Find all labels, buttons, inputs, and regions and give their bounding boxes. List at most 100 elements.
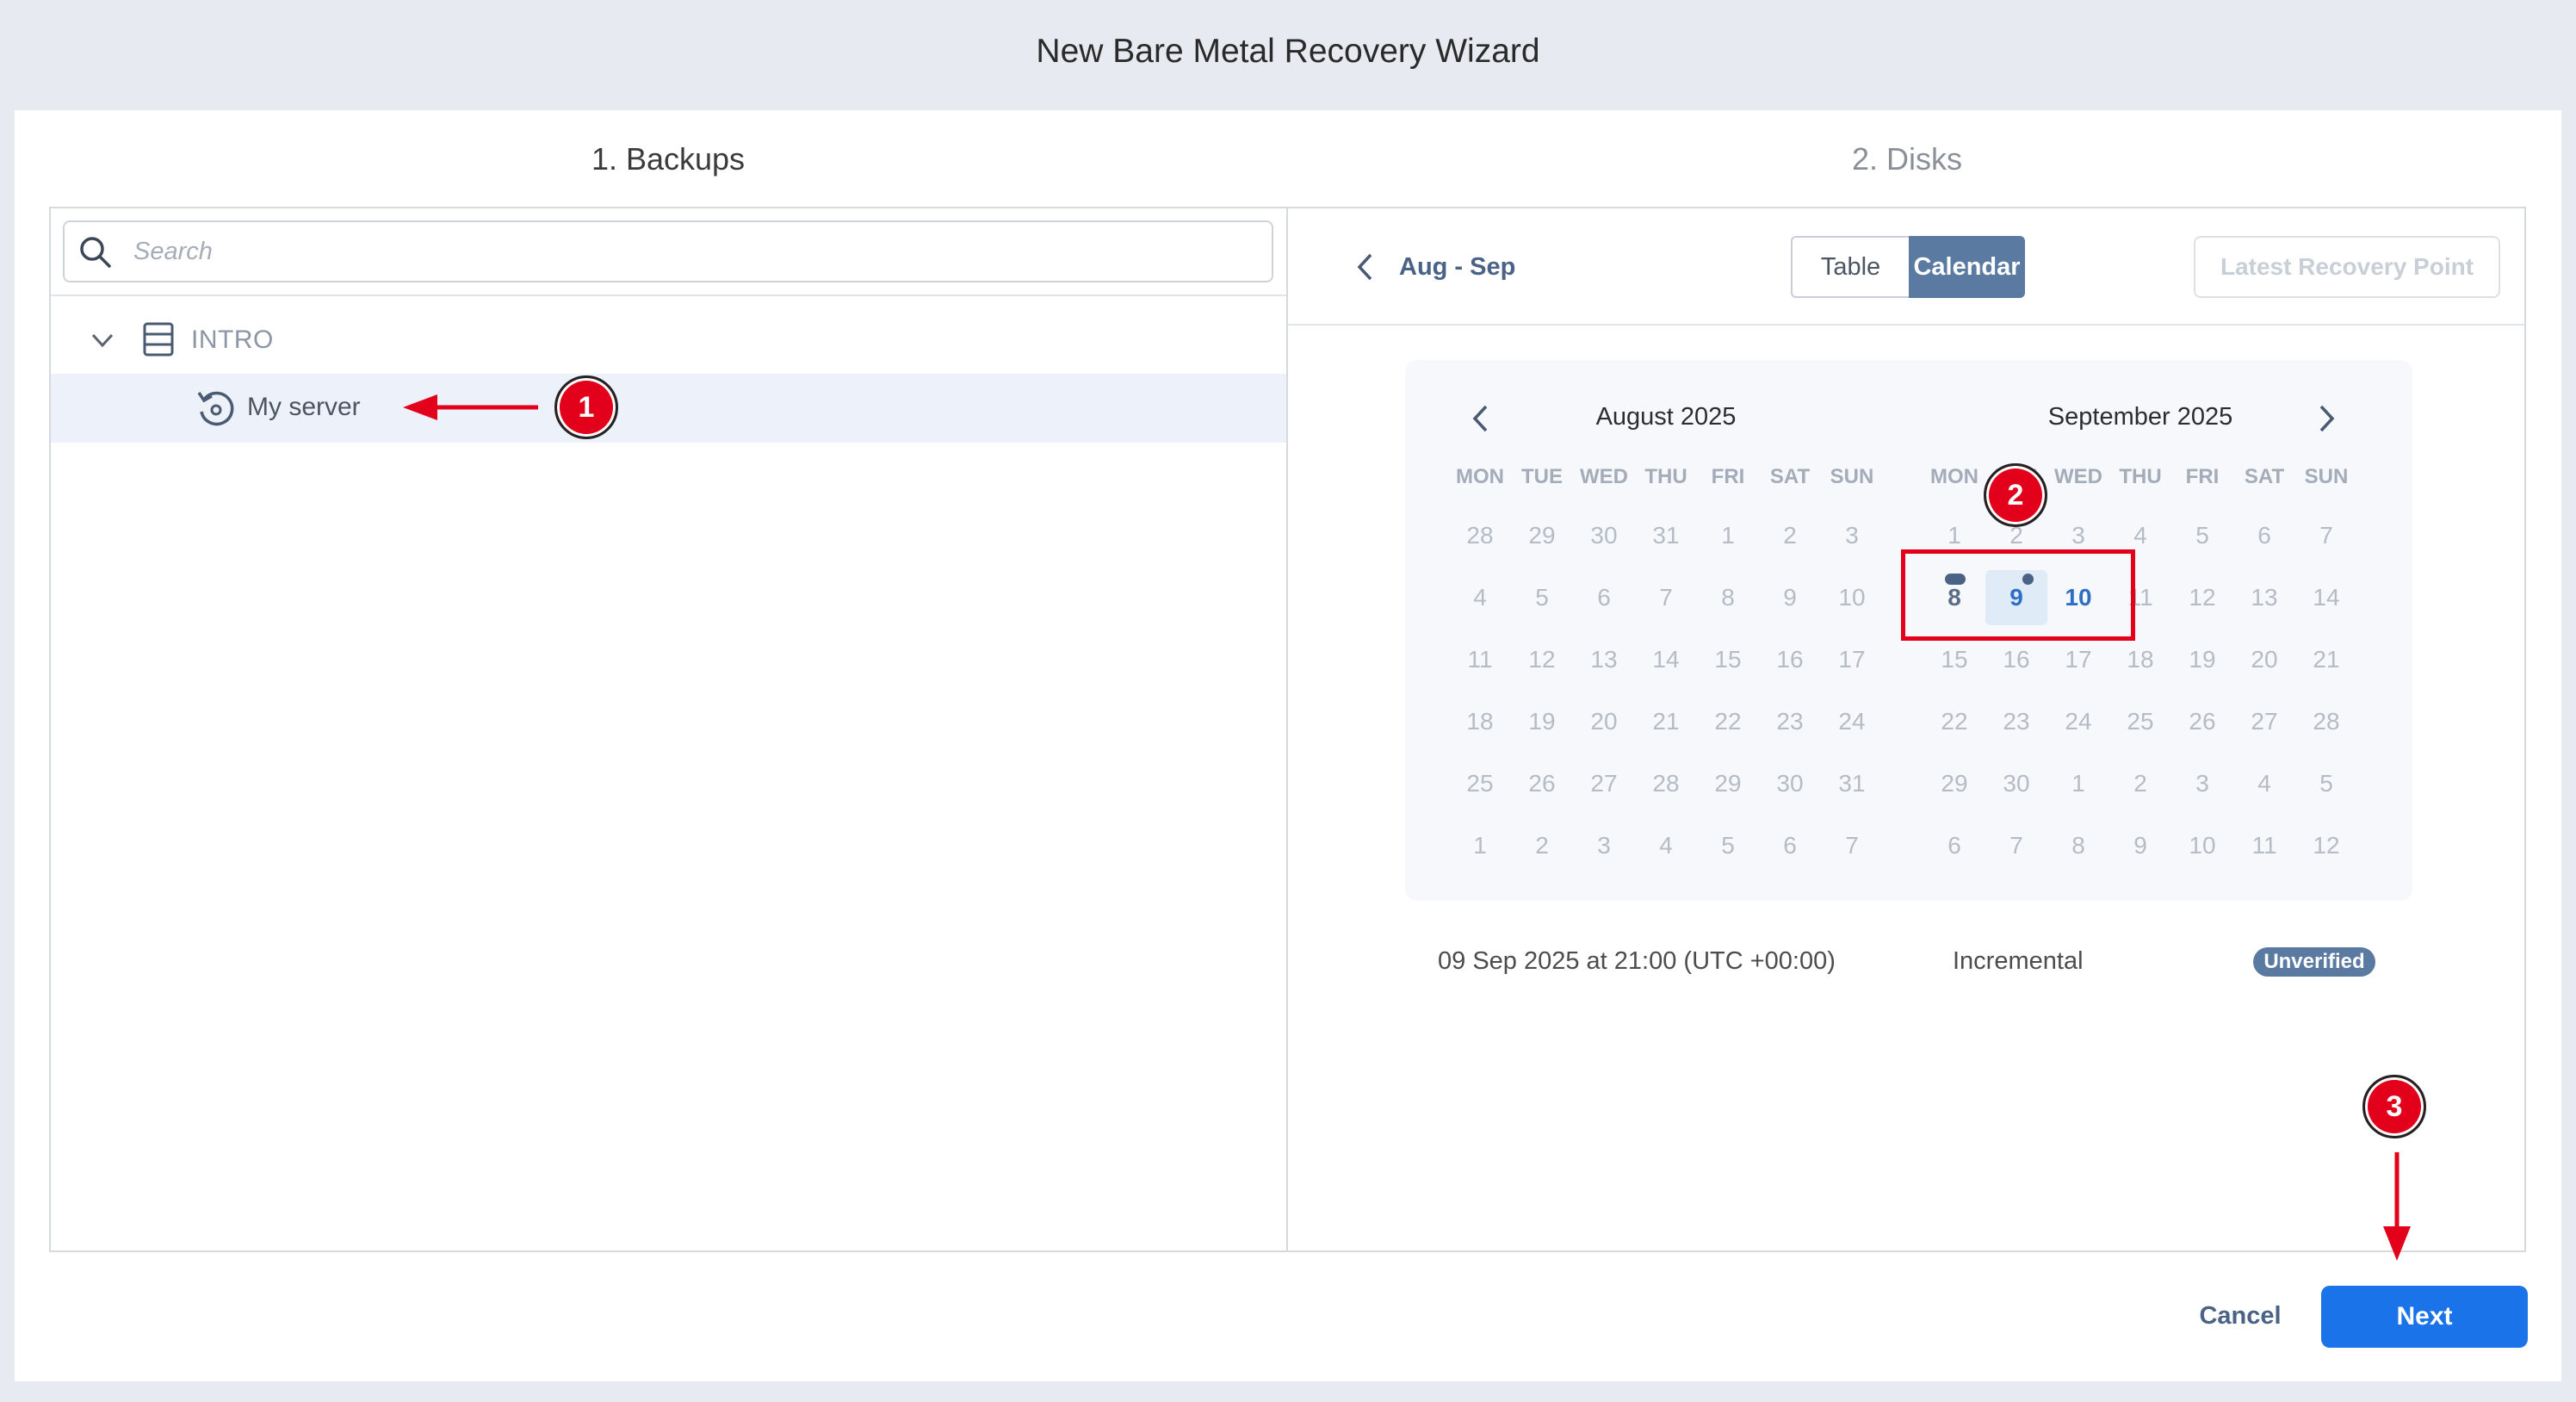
calendar-day[interactable]: 24 (1821, 694, 1883, 749)
calendar-day[interactable]: 10 (2171, 818, 2233, 873)
tree-group-intro[interactable]: INTRO (86, 319, 430, 360)
annotation-callout-3: 3 (2362, 1075, 2426, 1138)
calendar-day[interactable]: 29 (1923, 756, 1985, 811)
chevron-left-icon[interactable] (1350, 250, 1381, 284)
calendar-day[interactable]: 12 (2171, 570, 2233, 625)
tree-item-my-server[interactable]: My server (51, 374, 1286, 443)
calendar-day[interactable]: 2 (2109, 756, 2171, 811)
calendar-day[interactable]: 1 (1449, 818, 1511, 873)
calendar-day[interactable]: 29 (1511, 508, 1573, 563)
calendar-day[interactable]: 10 (1821, 570, 1883, 625)
calendar-day[interactable]: 17 (1821, 632, 1883, 687)
calendar-day[interactable]: 31 (1821, 756, 1883, 811)
calendar-day[interactable]: 20 (1573, 694, 1635, 749)
calendar-day[interactable]: 7 (1635, 570, 1697, 625)
calendar-day[interactable]: 1 (1697, 508, 1759, 563)
step-disks[interactable]: 2. Disks (1563, 141, 2251, 177)
calendar-day[interactable]: 19 (1511, 694, 1573, 749)
search-box[interactable] (63, 220, 1273, 282)
search-input[interactable] (133, 231, 1253, 272)
latest-recovery-point-button[interactable]: Latest Recovery Point (2194, 236, 2500, 298)
calendar-day[interactable]: 6 (1923, 818, 1985, 873)
table-view-button[interactable]: Table (1791, 236, 1909, 298)
calendar-day[interactable]: 3 (1573, 818, 1635, 873)
calendar-day[interactable]: 5 (1511, 570, 1573, 625)
weekday-header: MON (1456, 465, 1504, 488)
calendar-day[interactable]: 30 (1573, 508, 1635, 563)
calendar-day[interactable]: 20 (2233, 632, 2295, 687)
wizard-screen: New Bare Metal Recovery Wizard 1. Backup… (0, 0, 2576, 1402)
calendar-day[interactable]: 4 (1635, 818, 1697, 873)
calendar-day[interactable]: 24 (2047, 694, 2109, 749)
calendar-day[interactable]: 30 (1985, 756, 2047, 811)
calendar-day[interactable]: 8 (2047, 818, 2109, 873)
calendar-day[interactable]: 11 (2233, 818, 2295, 873)
calendar-day[interactable]: 28 (2295, 694, 2357, 749)
calendar-day[interactable]: 23 (1759, 694, 1821, 749)
calendar-day[interactable]: 16 (1759, 632, 1821, 687)
calendar-day[interactable]: 6 (2233, 508, 2295, 563)
calendar-day[interactable]: 7 (1821, 818, 1883, 873)
calendar-day[interactable]: 3 (1821, 508, 1883, 563)
calendar-day[interactable]: 5 (2295, 756, 2357, 811)
calendar-day[interactable]: 25 (1449, 756, 1511, 811)
calendar-day[interactable]: 2 (1511, 818, 1573, 873)
recovery-point-date[interactable]: 09 Sep 2025 at 21:00 (UTC +00:00) (1438, 947, 1836, 976)
search-icon (80, 237, 111, 268)
calendar-day[interactable]: 9 (1759, 570, 1821, 625)
calendar-day[interactable]: 4 (1449, 570, 1511, 625)
calendar-day[interactable]: 13 (1573, 632, 1635, 687)
calendar-day[interactable]: 18 (1449, 694, 1511, 749)
calendar-day[interactable]: 21 (1635, 694, 1697, 749)
calendar-day[interactable]: 13 (2233, 570, 2295, 625)
next-button[interactable]: Next (2321, 1286, 2528, 1348)
calendar-day[interactable]: 19 (2171, 632, 2233, 687)
annotation-callout-2: 2 (1984, 463, 2047, 527)
calendar-day[interactable]: 8 (1697, 570, 1759, 625)
weekday-header: SAT (2244, 465, 2285, 488)
calendar-day[interactable]: 9 (2109, 818, 2171, 873)
calendar-day[interactable]: 1 (2047, 756, 2109, 811)
calendar-day[interactable]: 26 (2171, 694, 2233, 749)
calendar-day[interactable]: 12 (2295, 818, 2357, 873)
calendar-day[interactable]: 28 (1449, 508, 1511, 563)
step-backups[interactable]: 1. Backups (324, 141, 1012, 177)
calendar-day[interactable]: 21 (2295, 632, 2357, 687)
calendar-day[interactable]: 26 (1511, 756, 1573, 811)
calendar-day[interactable]: 3 (2171, 756, 2233, 811)
calendar-day[interactable]: 6 (1759, 818, 1821, 873)
calendar-day[interactable]: 4 (2233, 756, 2295, 811)
calendar-day[interactable]: 29 (1697, 756, 1759, 811)
calendar-view-button[interactable]: Calendar (1909, 236, 2025, 298)
calendar-day[interactable]: 25 (2109, 694, 2171, 749)
calendar-day[interactable]: 23 (1985, 694, 2047, 749)
weekday-header: SUN (2304, 465, 2349, 488)
calendar-day[interactable]: 5 (2171, 508, 2233, 563)
right-panel-separator (1288, 324, 2524, 326)
left-panel-separator (51, 295, 1286, 296)
calendar-day[interactable]: 5 (1697, 818, 1759, 873)
calendar-day[interactable]: 7 (2295, 508, 2357, 563)
calendar-day[interactable]: 14 (1635, 632, 1697, 687)
annotation-highlight-box (1901, 549, 2135, 641)
next-month-icon[interactable] (2309, 401, 2344, 436)
calendar-day[interactable]: 15 (1697, 632, 1759, 687)
calendar-day[interactable]: 7 (1985, 818, 2047, 873)
date-range-label[interactable]: Aug - Sep (1399, 253, 1515, 282)
calendar-day[interactable]: 11 (1449, 632, 1511, 687)
calendar-day[interactable]: 28 (1635, 756, 1697, 811)
calendar-day[interactable]: 27 (2233, 694, 2295, 749)
calendar-day[interactable]: 14 (2295, 570, 2357, 625)
cancel-button[interactable]: Cancel (2171, 1288, 2309, 1343)
calendar-day[interactable]: 27 (1573, 756, 1635, 811)
calendar-day[interactable]: 2 (1759, 508, 1821, 563)
calendar-day[interactable]: 30 (1759, 756, 1821, 811)
calendar-day[interactable]: 31 (1635, 508, 1697, 563)
calendar-day[interactable]: 6 (1573, 570, 1635, 625)
chevron-down-icon[interactable] (86, 324, 119, 357)
calendar-day[interactable]: 12 (1511, 632, 1573, 687)
server-rack-icon (143, 322, 174, 357)
calendar-day[interactable]: 22 (1923, 694, 1985, 749)
previous-month-icon[interactable] (1464, 401, 1498, 436)
calendar-day[interactable]: 22 (1697, 694, 1759, 749)
